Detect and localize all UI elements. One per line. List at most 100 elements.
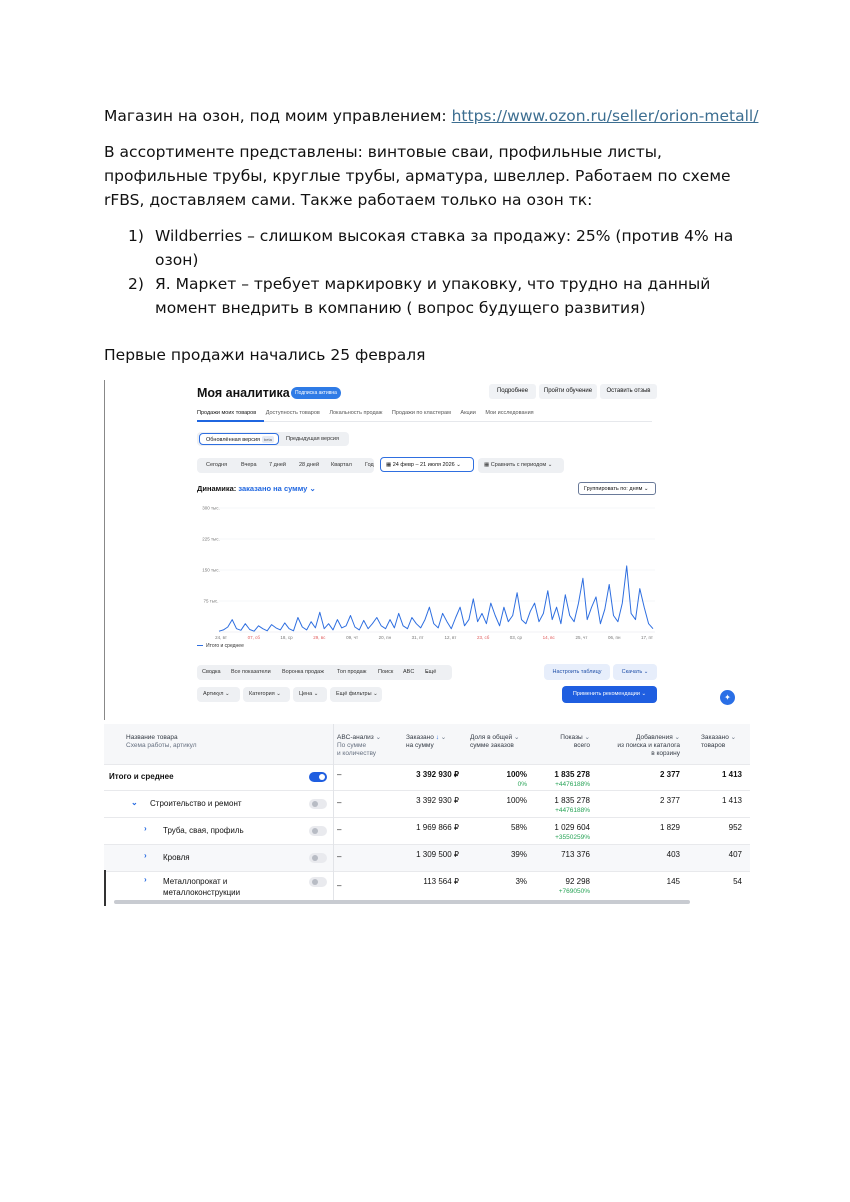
chevron-down-icon: ⌄ xyxy=(643,486,649,492)
version-new-button[interactable]: Обновлённая версия beta xyxy=(199,433,279,445)
filter-article[interactable]: Артикул ⌄ xyxy=(197,687,240,702)
store-paragraph: Магазин на озон, под моим управлением: h… xyxy=(104,104,758,128)
active-tab-underline xyxy=(197,420,264,422)
col-ordered-sum[interactable]: Заказано ↓ ⌄ на сумму xyxy=(406,734,446,750)
chevron-right-icon[interactable]: › xyxy=(144,875,147,885)
beta-badge: beta xyxy=(262,436,274,443)
table-row[interactable]: › Кровля – 1 309 500 ₽ 39% 713 376 403 4… xyxy=(104,844,750,872)
x-tick-label: 09, чт xyxy=(346,635,358,640)
x-tick-label: 31, пт xyxy=(412,635,424,640)
section-tabs: Продажи моих товаров Доступность товаров… xyxy=(197,410,542,416)
tabs-divider xyxy=(197,421,652,422)
dynamics-metric-dropdown[interactable]: заказано на сумму ⌄ xyxy=(238,484,315,493)
tab-locality[interactable]: Локальность продаж xyxy=(329,410,382,416)
toggle-row[interactable] xyxy=(309,799,327,809)
toggle-row[interactable] xyxy=(309,826,327,836)
image-edge xyxy=(104,870,106,906)
chevron-right-icon[interactable]: › xyxy=(144,824,147,834)
period-year[interactable]: Год xyxy=(365,458,374,473)
table-row[interactable]: Итого и среднее – 3 392 930 ₽ 100% 0% 1 … xyxy=(104,764,750,791)
horizontal-scrollbar[interactable] xyxy=(114,900,690,904)
filter-more[interactable]: Ещё фильтры ⌄ xyxy=(330,687,382,702)
toggle-row[interactable] xyxy=(309,877,327,887)
view-top-sales[interactable]: Топ продаж xyxy=(337,665,366,680)
x-tick-label: 14, вс xyxy=(543,635,556,640)
compare-period-button[interactable]: ▦ Сравнить с периодом ⌄ xyxy=(478,458,564,473)
version-prev-button[interactable]: Предыдущая версия xyxy=(286,433,339,445)
x-tick-label: 24, вт xyxy=(215,635,227,640)
period-yesterday[interactable]: Вчера xyxy=(241,458,257,473)
training-button[interactable]: Пройти обучение xyxy=(539,384,597,399)
list-item: 1) Wildberries – слишком высокая ставка з… xyxy=(128,227,734,269)
toggle-row[interactable] xyxy=(309,853,327,863)
store-intro-text: Магазин на озон, под моим управлением: xyxy=(104,107,452,125)
calendar-icon: ▦ xyxy=(484,462,491,468)
toggle-total[interactable] xyxy=(309,772,327,782)
y-tick-label: 300 тыс. xyxy=(202,506,220,511)
image-edge xyxy=(104,380,105,720)
chevron-down-icon[interactable]: ⌄ xyxy=(131,798,138,808)
document-page: Магазин на озон, под моим управлением: h… xyxy=(0,0,850,1202)
dynamics-heading: Динамика: заказано на сумму ⌄ xyxy=(197,484,316,493)
col-cart[interactable]: Добавления ⌄ из поиска и каталога в корзин… xyxy=(594,734,680,758)
y-tick-label: 75 тыс. xyxy=(203,599,218,604)
legend-line-icon xyxy=(197,644,203,647)
details-button[interactable]: Подробнее xyxy=(489,384,536,399)
store-link[interactable]: https://www.ozon.ru/seller/orion-metall/ xyxy=(452,107,759,125)
sort-down-icon: ↓ xyxy=(435,734,439,741)
assistant-icon[interactable]: ✦ xyxy=(720,690,735,705)
table-row[interactable]: ⌄ Строительство и ремонт – 3 392 930 ₽ 1… xyxy=(104,790,750,818)
table-row[interactable]: › Труба, свая, профиль – 1 969 866 ₽ 58%… xyxy=(104,817,750,845)
subscription-badge: Подписка активна xyxy=(291,387,341,399)
tab-clusters[interactable]: Продажи по кластерам xyxy=(392,410,451,416)
view-funnel[interactable]: Воронка продаж xyxy=(282,665,324,680)
view-all-metrics[interactable]: Все показатели xyxy=(231,665,271,680)
x-tick-label: 18, ср xyxy=(280,635,293,640)
calendar-icon: ▦ xyxy=(386,462,393,468)
column-divider xyxy=(333,724,334,900)
list-item: 2) Я. Маркет – требует маркировку и упако… xyxy=(128,275,711,317)
analytics-screenshot: Моя аналитика Подписка активна Подробнее… xyxy=(104,380,750,912)
period-today[interactable]: Сегодня xyxy=(206,458,227,473)
x-tick-label: 29, вс xyxy=(313,635,326,640)
chevron-right-icon[interactable]: › xyxy=(144,851,147,861)
col-share[interactable]: Доля в общей ⌄ сумме заказов xyxy=(470,734,519,750)
apply-recommendations-button[interactable]: Применить рекомендации ⌄ xyxy=(562,686,657,703)
filter-price[interactable]: Цена ⌄ xyxy=(293,687,327,702)
assortment-paragraph: В ассортименте представлены: винтовые св… xyxy=(104,143,731,209)
chart-legend: Итого и среднее xyxy=(197,643,244,649)
col-orders-qty[interactable]: Заказано ⌄ товаров xyxy=(701,734,736,750)
view-summary[interactable]: Сводка xyxy=(202,665,221,680)
filter-category[interactable]: Категория ⌄ xyxy=(243,687,290,702)
group-by-dropdown[interactable]: Группировать по: дням ⌄ xyxy=(578,482,656,495)
period-7days[interactable]: 7 дней xyxy=(269,458,286,473)
chevron-down-icon: ⌄ xyxy=(547,462,553,468)
x-tick-label: 25, чт xyxy=(576,635,588,640)
date-range-picker[interactable]: ▦ 24 февр – 21 июля 2026 ⌄ xyxy=(380,457,474,472)
col-abc[interactable]: ABC-анализ ⌄ По сумме и количеству xyxy=(337,734,381,758)
series-line xyxy=(218,565,654,632)
x-tick-label: 12, вт xyxy=(444,635,456,640)
tab-research[interactable]: Мои исследования xyxy=(485,410,533,416)
tab-availability[interactable]: Доступность товаров xyxy=(266,410,320,416)
tab-promotions[interactable]: Акции xyxy=(460,410,475,416)
x-tick-label: 06, пн xyxy=(608,635,621,640)
x-tick-label: 17, пт xyxy=(641,635,653,640)
col-name[interactable]: Название товара Схема работы, артикул xyxy=(126,734,197,750)
y-tick-label: 150 тыс. xyxy=(202,568,220,573)
period-28days[interactable]: 28 дней xyxy=(299,458,319,473)
view-search[interactable]: Поиск xyxy=(378,665,393,680)
view-more[interactable]: Ещё ⌄ xyxy=(425,665,436,680)
sales-chart: 300 тыс. 225 тыс. 150 тыс. 75 тыс. 24, вт 07,… xyxy=(202,506,655,640)
feedback-button[interactable]: Оставить отзыв xyxy=(600,384,657,399)
x-tick-label: 03, ср xyxy=(510,635,523,640)
col-views[interactable]: Показы ⌄ всего xyxy=(544,734,590,750)
y-tick-label: 225 тыс. xyxy=(202,537,220,542)
view-abc[interactable]: ABC xyxy=(403,665,414,680)
setup-table-button[interactable]: Настроить таблицу xyxy=(544,664,610,680)
period-quarter[interactable]: Квартал xyxy=(331,458,352,473)
tab-sales[interactable]: Продажи моих товаров xyxy=(197,410,256,416)
table-row[interactable]: › Металлопрокат и металлоконструкции – 1… xyxy=(104,871,750,901)
download-button[interactable]: Скачать ⌄ xyxy=(613,664,657,680)
reasons-list: 1) Wildberries – слишком высокая ставка з… xyxy=(128,224,748,320)
